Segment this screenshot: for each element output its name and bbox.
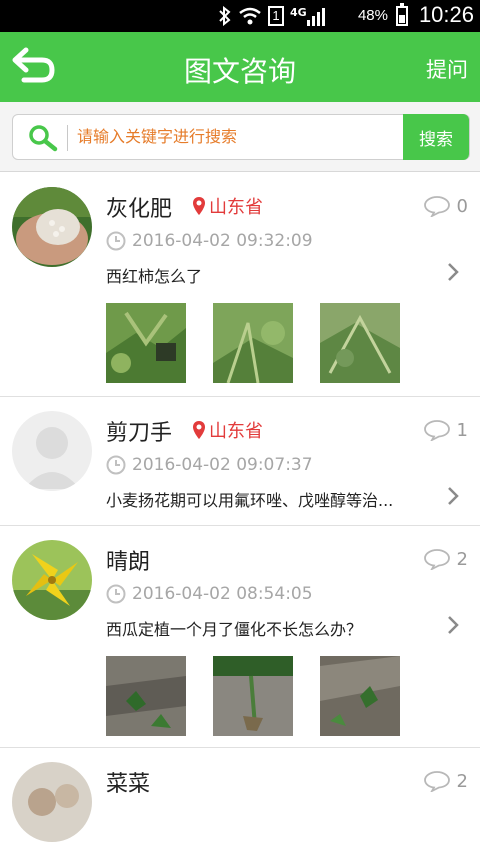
search-bar: 搜索 [0,102,480,172]
post-time: 2016-04-02 08:54:05 [106,584,313,604]
battery-icon [396,3,408,26]
list-item[interactable]: 菜菜 2 [0,748,480,842]
post-image[interactable] [213,303,293,383]
comment-icon [423,549,450,570]
post-time-text: 2016-04-02 09:32:09 [132,231,313,251]
location-text: 山东省 [209,197,263,218]
wifi-icon [239,7,261,25]
avatar [12,540,92,620]
comment-icon [423,420,450,441]
post-image[interactable] [106,656,186,736]
location-pin-icon [193,421,205,439]
chevron-right-icon[interactable] [446,485,460,507]
comment-count-value: 1 [456,419,468,441]
comment-count: 0 [423,195,468,217]
post-image[interactable] [320,303,400,383]
avatar [12,187,92,267]
post-list: 灰化肥 山东省 0 2016-04-02 09:32:09 西红柿怎么了 剪刀手… [0,173,480,842]
post-images [106,656,400,736]
post-images [106,303,400,383]
clock: 10:26 [418,2,474,27]
user-name: 剪刀手 [106,421,173,446]
comment-icon [423,771,450,792]
avatar [12,762,92,842]
avatar [12,411,92,491]
list-item[interactable]: 灰化肥 山东省 0 2016-04-02 09:32:09 西红柿怎么了 [0,173,480,397]
user-name: 菜菜 [106,772,151,797]
battery-percent: 48% [357,7,388,24]
post-description: 西瓜定植一个月了僵化不长怎么办？ [106,620,363,639]
post-image[interactable] [320,656,400,736]
network-type: 4G [290,5,307,19]
search-button[interactable]: 搜索 [403,114,469,160]
comment-count: 1 [423,419,468,441]
sim-icon: 1 [268,6,284,26]
location-tag: 山东省 [192,193,263,219]
location-tag: 山东省 [192,417,263,443]
app-header: 图文咨询 提问 [0,32,480,102]
location-pin-icon [193,197,205,215]
user-name: 晴朗 [106,550,151,575]
post-time-text: 2016-04-02 09:07:37 [132,455,313,475]
clock-icon [106,455,126,475]
location-text: 山东省 [209,421,263,442]
post-time-text: 2016-04-02 08:54:05 [132,584,313,604]
post-time: 2016-04-02 09:07:37 [106,455,313,475]
post-time: 2016-04-02 09:32:09 [106,231,313,251]
bluetooth-icon [219,6,231,26]
post-image[interactable] [106,303,186,383]
comment-count: 2 [423,548,468,570]
search-divider [67,125,68,151]
page-title: 图文咨询 [183,55,296,88]
comment-count-value: 2 [456,548,468,570]
search-input[interactable] [77,127,397,146]
clock-icon [106,231,126,251]
search-box: 搜索 [12,114,470,160]
user-name: 灰化肥 [106,197,173,222]
chevron-right-icon[interactable] [446,614,460,636]
clock-icon [106,584,126,604]
signal-icon [306,6,325,26]
status-icons: 1 4G [218,4,325,28]
comment-count: 2 [423,770,468,792]
comment-icon [423,196,450,217]
list-item[interactable]: 晴朗 2 2016-04-02 08:54:05 西瓜定植一个月了僵化不长怎么办… [0,526,480,748]
chevron-right-icon[interactable] [446,261,460,283]
list-item[interactable]: 剪刀手 山东省 1 2016-04-02 09:07:37 小麦扬花期可以用氟环… [0,397,480,526]
comment-count-value: 0 [456,195,468,217]
ask-question-button[interactable]: 提问 [426,54,468,84]
post-image[interactable] [213,656,293,736]
status-bar: 1 4G 48% 10:26 [0,0,480,32]
search-icon [29,125,58,152]
post-description: 小麦扬花期可以用氟环唑、戊唑醇等治... [106,491,394,510]
post-description: 西红柿怎么了 [106,267,203,286]
comment-count-value: 2 [456,770,468,792]
